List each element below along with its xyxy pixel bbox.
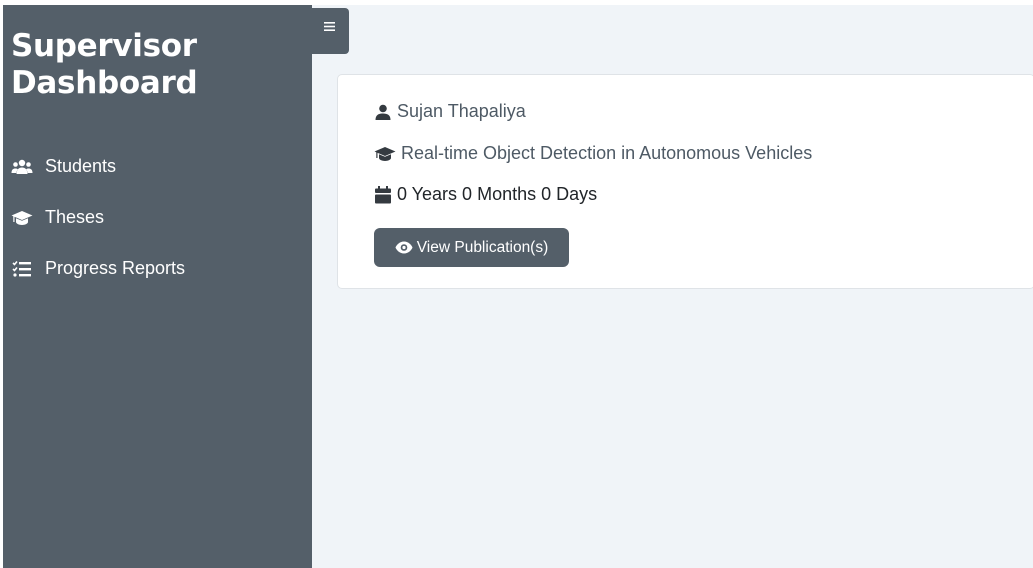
sidebar-toggle-button[interactable] <box>309 8 349 54</box>
thesis-card: Sujan Thapaliya Real-time Object Detecti… <box>337 74 1033 289</box>
hamburger-icon <box>323 18 335 54</box>
app-container: Supervisor Dashboard Students Theses Pro… <box>3 5 1033 568</box>
duration-text: 0 Years 0 Months 0 Days <box>397 184 598 204</box>
student-name-row: Sujan Thapaliya <box>373 101 526 122</box>
users-icon <box>11 158 33 176</box>
sidebar-item-label: Progress Reports <box>45 258 186 278</box>
sidebar-item-label: Students <box>45 156 117 176</box>
graduation-cap-icon <box>373 144 397 164</box>
sidebar-item-label: Theses <box>45 207 105 227</box>
sidebar-item-theses[interactable]: Theses <box>3 192 312 243</box>
view-publications-label: View Publication(s) <box>416 238 549 256</box>
eye-icon <box>395 241 413 255</box>
sidebar-item-progress-reports[interactable]: Progress Reports <box>3 243 312 294</box>
duration-row: 0 Years 0 Months 0 Days <box>373 184 597 205</box>
graduation-cap-icon <box>11 209 33 227</box>
thesis-title-row: Real-time Object Detection in Autonomous… <box>373 143 812 164</box>
view-publications-button[interactable]: View Publication(s) <box>374 228 569 267</box>
thesis-title: Real-time Object Detection in Autonomous… <box>401 143 813 163</box>
student-name: Sujan Thapaliya <box>397 101 526 121</box>
brand-title: Supervisor Dashboard <box>11 28 198 101</box>
user-icon <box>373 102 393 122</box>
sidebar-item-students[interactable]: Students <box>3 141 312 192</box>
sidebar-nav: Students Theses Progress Reports <box>3 141 312 294</box>
tasks-list-icon <box>11 260 33 278</box>
sidebar: Supervisor Dashboard Students Theses Pro… <box>3 5 312 568</box>
calendar-icon <box>373 185 393 205</box>
